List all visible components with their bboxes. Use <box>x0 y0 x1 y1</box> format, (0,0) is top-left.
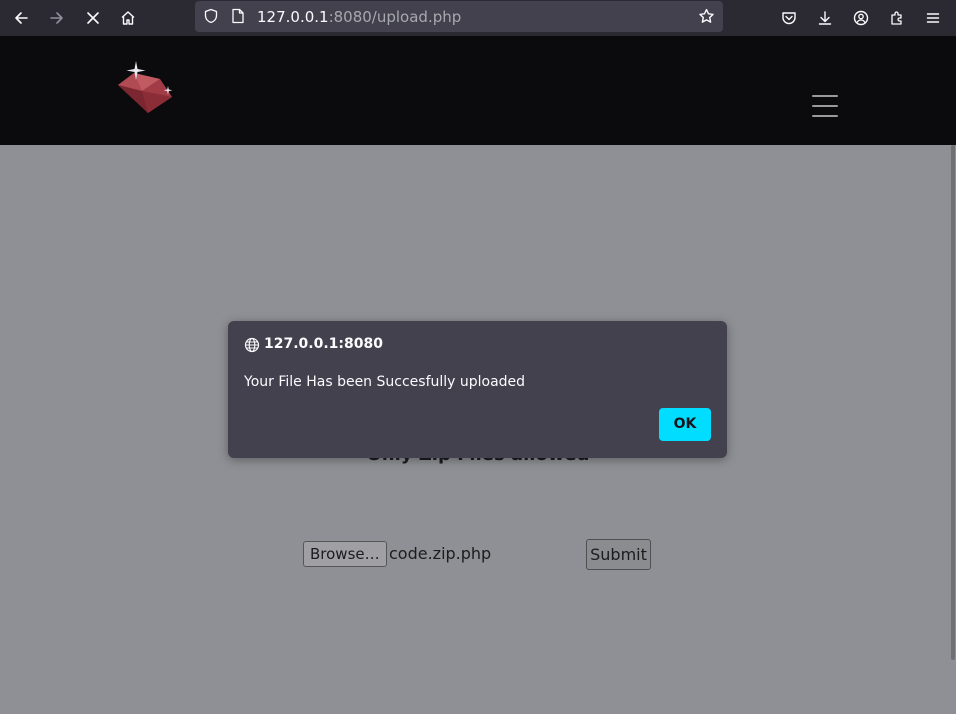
pocket-button[interactable] <box>775 4 803 32</box>
extensions-button[interactable] <box>883 4 911 32</box>
globe-icon <box>244 337 260 353</box>
ruby-logo[interactable] <box>112 57 182 119</box>
dialog-title: 127.0.0.1:8080 <box>264 336 383 352</box>
ok-button[interactable]: OK <box>659 408 711 441</box>
home-button[interactable] <box>114 4 142 32</box>
submit-button[interactable]: Submit <box>586 539 651 570</box>
browse-button[interactable]: Browse… <box>303 541 387 567</box>
star-icon[interactable] <box>698 8 715 25</box>
pocket-icon <box>782 12 796 25</box>
page-icon <box>232 8 244 24</box>
url-text[interactable]: 127.0.0.1:8080/upload.php <box>257 8 461 26</box>
back-icon <box>15 12 28 24</box>
url-path: :8080/upload.php <box>328 8 462 26</box>
account-button[interactable] <box>847 4 875 32</box>
downloads-button[interactable] <box>811 4 839 32</box>
forward-icon <box>50 12 63 24</box>
page-scrollbar[interactable] <box>951 145 955 660</box>
stop-icon <box>87 12 99 24</box>
dialog-message: Your File Has been Succesfully uploaded <box>244 374 526 390</box>
site-header <box>0 37 956 145</box>
account-icon <box>853 10 869 26</box>
selected-file-name: code.zip.php <box>389 544 492 563</box>
home-icon <box>121 11 135 25</box>
stop-button[interactable] <box>79 4 107 32</box>
url-bar[interactable]: 127.0.0.1:8080/upload.php <box>195 1 723 32</box>
menu-icon <box>926 13 940 23</box>
shield-icon <box>204 8 218 24</box>
app-menu-button[interactable] <box>919 4 947 32</box>
forward-button[interactable] <box>43 4 71 32</box>
back-button[interactable] <box>7 4 35 32</box>
hamburger-menu-icon[interactable] <box>812 95 838 119</box>
alert-dialog: 127.0.0.1:8080 Your File Has been Succes… <box>228 321 727 458</box>
extensions-icon <box>891 11 902 25</box>
url-host: 127.0.0.1 <box>257 8 329 26</box>
browser-toolbar: 127.0.0.1:8080/upload.php <box>0 0 956 37</box>
download-icon <box>818 11 832 25</box>
